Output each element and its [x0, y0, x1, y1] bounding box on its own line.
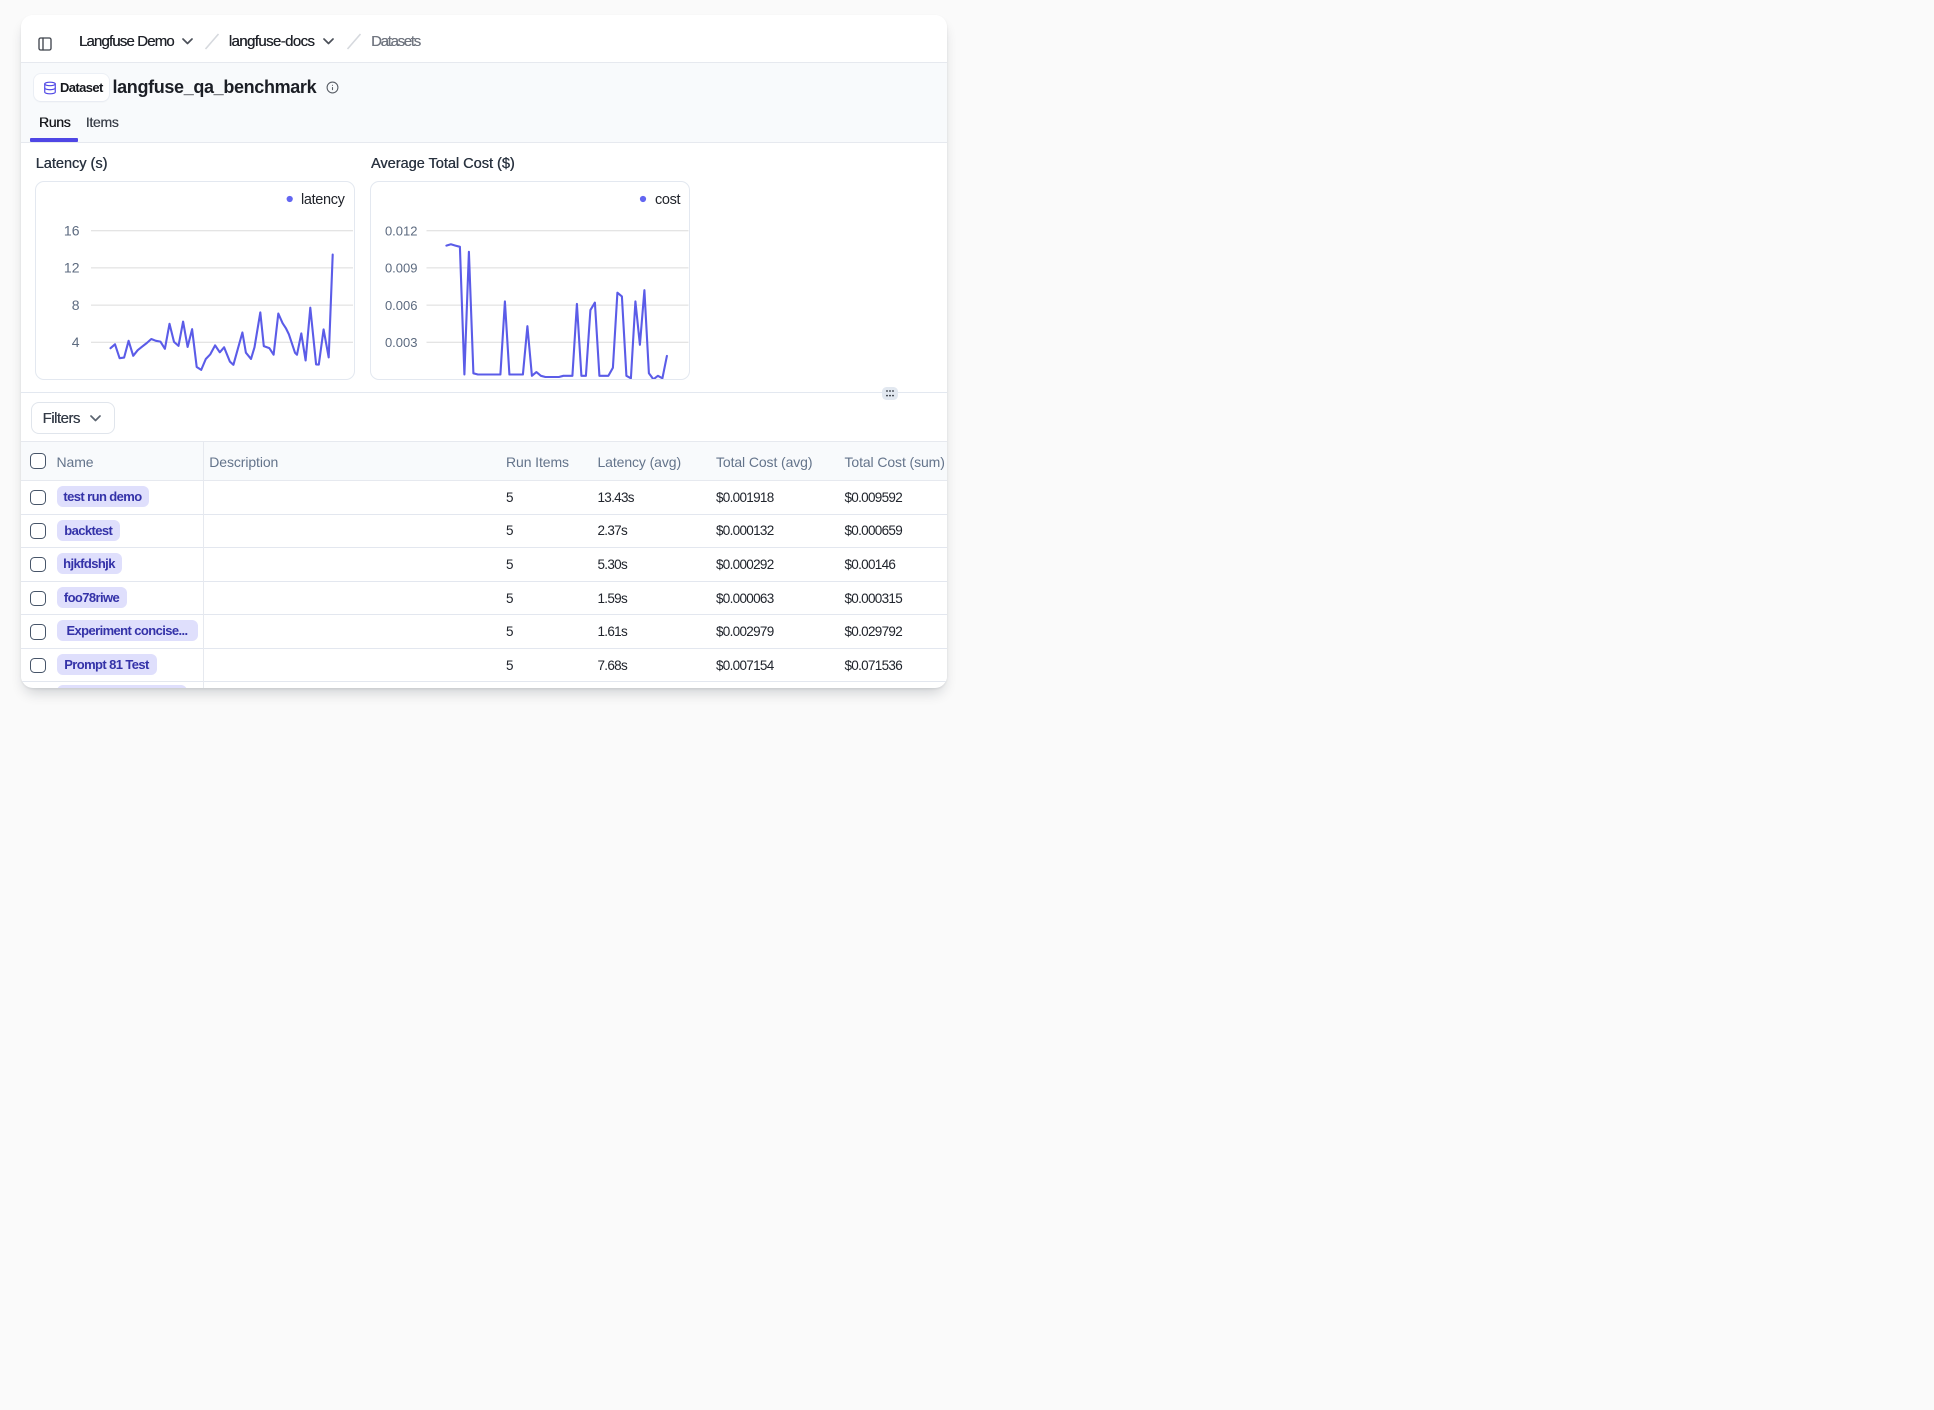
svg-text:12: 12	[64, 260, 80, 276]
svg-text:0.009: 0.009	[385, 261, 418, 276]
svg-text:cost: cost	[655, 192, 681, 208]
svg-text:8: 8	[72, 297, 80, 313]
svg-text:4: 4	[72, 334, 80, 350]
svg-text:16: 16	[64, 222, 80, 238]
svg-text:0.006: 0.006	[385, 298, 418, 313]
svg-text:0.003: 0.003	[385, 335, 418, 350]
svg-text:0.012: 0.012	[385, 223, 418, 238]
svg-text:latency: latency	[301, 192, 346, 208]
